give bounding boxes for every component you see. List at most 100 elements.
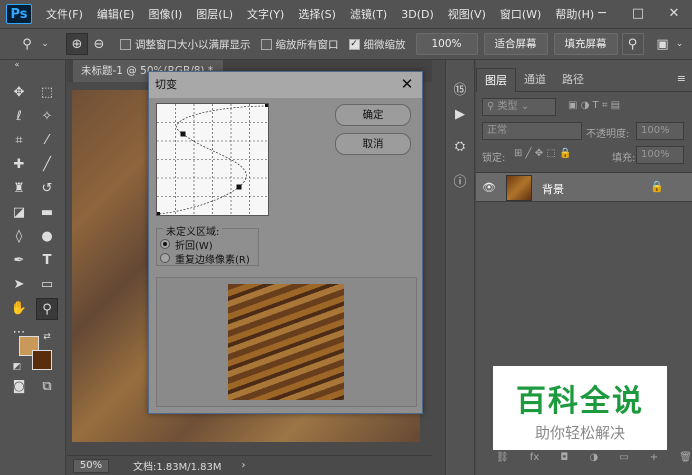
rectangle-tool-icon[interactable]: ▭ xyxy=(36,274,58,296)
default-colors-icon[interactable]: ◩ xyxy=(10,360,24,374)
close-icon[interactable]: ✕ xyxy=(398,75,416,93)
minimize-button[interactable]: ─ xyxy=(584,0,620,28)
blur-tool-icon[interactable]: ◊ xyxy=(8,226,30,248)
eyedropper-icon[interactable]: ⁄ xyxy=(36,130,58,152)
play-action-icon[interactable]: ▶ xyxy=(449,104,471,126)
menu-window[interactable]: 窗口(W) xyxy=(500,6,541,22)
marquee-tool-icon[interactable]: ⬚ xyxy=(36,82,58,104)
watermark-subtitle: 助你轻松解决 xyxy=(534,424,625,442)
fill-label: 填充: xyxy=(612,153,636,164)
hand-tool-icon[interactable]: ✋ xyxy=(8,298,30,320)
shear-curve-graph[interactable] xyxy=(156,103,269,216)
info-panel-icon[interactable]: ⓘ xyxy=(449,172,471,194)
lasso-tool-icon[interactable]: ℓ xyxy=(8,106,30,128)
close-button[interactable]: ✕ xyxy=(656,0,692,28)
history-icon[interactable]: ⑮ xyxy=(449,80,471,102)
tab-channels[interactable]: 通道 xyxy=(516,68,554,92)
stamp-tool-icon[interactable]: ♜ xyxy=(8,178,30,200)
status-arrow-icon[interactable]: › xyxy=(242,460,246,471)
blend-mode-label: 正常 xyxy=(487,125,507,136)
menu-3d[interactable]: 3D(D) xyxy=(401,8,434,21)
path-select-icon[interactable]: ➤ xyxy=(8,274,30,296)
menu-view[interactable]: 视图(V) xyxy=(448,6,486,22)
fx-icon[interactable]: fx xyxy=(530,452,539,463)
repeat-edge-label: 重复边缘像素(R) xyxy=(175,255,250,266)
swap-colors-icon[interactable]: ⇄ xyxy=(40,330,54,344)
link-layers-icon[interactable]: ⛓ xyxy=(496,452,509,463)
scrubby-zoom-label: 细微缩放 xyxy=(363,38,406,51)
resize-windows-checkbox[interactable]: 调整窗口大小以满屏显示 xyxy=(120,37,251,52)
ok-button[interactable]: 确定 xyxy=(335,104,411,126)
menu-filter[interactable]: 滤镜(T) xyxy=(350,6,387,22)
shear-curve-svg xyxy=(157,104,268,215)
preview-image xyxy=(228,284,344,400)
collapse-icon[interactable]: « xyxy=(6,60,28,70)
wrap-around-label: 折回(W) xyxy=(175,241,213,252)
filter-kind-select[interactable]: ⚲ 类型 ⌄ xyxy=(482,98,556,116)
quick-mask-icon[interactable]: ◙ xyxy=(8,376,30,398)
group-icon[interactable]: ▭ xyxy=(619,452,628,463)
wrap-around-radio[interactable] xyxy=(160,239,170,249)
add-mask-icon[interactable]: ◘ xyxy=(560,452,568,463)
lock-icons[interactable]: ⊞ ╱ ✥ ⬚ 🔒 xyxy=(514,148,571,159)
dodge-tool-icon[interactable]: ● xyxy=(36,226,58,248)
visibility-eye-icon[interactable]: 👁 xyxy=(482,181,496,194)
fill-input[interactable]: 100% xyxy=(636,146,684,164)
tab-layers[interactable]: 图层 xyxy=(476,68,516,92)
history-brush-icon[interactable]: ↺ xyxy=(36,178,58,200)
filter-icons[interactable]: ▣ ◑ T ⌗ ▤ xyxy=(568,100,620,111)
dialog-title: 切变 xyxy=(149,72,422,98)
window-controls: ─ □ ✕ xyxy=(584,0,692,28)
zoom-out-icon[interactable]: ⊖ xyxy=(88,33,110,55)
zoom-100-button[interactable]: 100% xyxy=(415,33,478,55)
zoom-in-icon[interactable]: ⊕ xyxy=(66,33,88,55)
eraser-tool-icon[interactable]: ◪ xyxy=(8,202,30,224)
resize-windows-label: 调整窗口大小以满屏显示 xyxy=(135,38,251,51)
menu-file[interactable]: 文件(F) xyxy=(46,6,83,22)
checkbox-box xyxy=(260,38,272,50)
brush-tool-icon[interactable]: ╱ xyxy=(36,154,58,176)
zoom-all-checkbox[interactable]: 缩放所有窗口 xyxy=(260,37,339,52)
menu-type[interactable]: 文字(Y) xyxy=(247,6,284,22)
crop-tool-icon[interactable]: ⌗ xyxy=(8,130,30,152)
adjustment-icon[interactable]: ◑ xyxy=(589,452,598,463)
menu-select[interactable]: 选择(S) xyxy=(298,6,336,22)
panel-menu-icon[interactable]: ≡ xyxy=(677,72,686,85)
status-bar: 50% 文档:1.83M/1.83M › xyxy=(67,455,432,475)
blend-mode-select[interactable]: 正常 xyxy=(482,122,582,140)
new-layer-icon[interactable]: + xyxy=(650,452,658,463)
type-tool-icon[interactable]: T xyxy=(36,250,58,272)
zoom-tool-icon[interactable]: ⚲ xyxy=(36,298,58,320)
fit-screen-button[interactable]: 适合屏幕 xyxy=(483,33,548,55)
layer-footer: ⛓ fx ◘ ◑ ▭ + 🗑 xyxy=(496,452,692,463)
lock-icon: 🔒 xyxy=(650,180,664,193)
workspace-icon[interactable]: ▣ xyxy=(652,33,674,55)
trash-icon[interactable]: 🗑 xyxy=(679,452,692,463)
search-icon[interactable]: ⚲ xyxy=(621,33,644,55)
fill-screen-button[interactable]: 填充屏幕 xyxy=(553,33,618,55)
menu-image[interactable]: 图像(I) xyxy=(148,6,182,22)
tab-paths[interactable]: 路径 xyxy=(554,68,592,92)
options-bar: ⚲ ⌄ ⊕ ⊖ 调整窗口大小以满屏显示 缩放所有窗口 ✓ 细微缩放 100% 适合… xyxy=(0,28,692,60)
repeat-edge-radio[interactable] xyxy=(160,253,170,263)
properties-icon[interactable]: ⛭ xyxy=(449,136,471,158)
chevron-down-icon[interactable]: ⌄ xyxy=(38,33,52,55)
collapsed-panels: ⑮ ▶ ⛭ ⓘ xyxy=(445,60,475,475)
zoom-level[interactable]: 50% xyxy=(73,458,109,473)
screen-mode-icon[interactable]: ⧉ xyxy=(36,376,58,398)
healing-brush-icon[interactable]: ✚ xyxy=(8,154,30,176)
zoom-tool-icon[interactable]: ⚲ xyxy=(16,33,38,55)
menu-layer[interactable]: 图层(L) xyxy=(196,6,233,22)
scrubby-zoom-checkbox[interactable]: ✓ 细微缩放 xyxy=(348,37,406,52)
gradient-tool-icon[interactable]: ▬ xyxy=(36,202,58,224)
background-color-swatch[interactable] xyxy=(32,350,52,370)
pen-tool-icon[interactable]: ✒ xyxy=(8,250,30,272)
chevron-down-icon[interactable]: ⌄ xyxy=(674,33,686,55)
layer-row[interactable]: 👁 背景 🔒 xyxy=(476,172,692,202)
maximize-button[interactable]: □ xyxy=(620,0,656,28)
magic-wand-icon[interactable]: ✧ xyxy=(36,106,58,128)
menu-edit[interactable]: 编辑(E) xyxy=(97,6,135,22)
opacity-input[interactable]: 100% xyxy=(636,122,684,140)
cancel-button[interactable]: 取消 xyxy=(335,133,411,155)
move-tool-icon[interactable]: ✥ xyxy=(8,82,30,104)
